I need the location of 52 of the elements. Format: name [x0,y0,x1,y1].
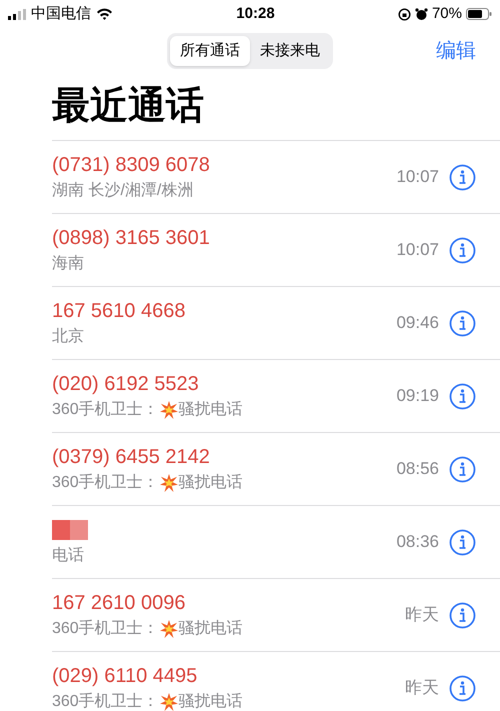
battery-percent: 70% [432,4,462,24]
caller-source: 360手机卫士： [52,618,159,639]
spam-tag: 骚扰电话 [178,399,243,421]
phone-number: 167 5610 4668 [52,299,186,324]
call-time: 08:36 [396,531,439,554]
call-time: 昨天 [405,677,439,700]
explosion-icon [160,620,178,638]
caller-location: 海南 [52,254,85,274]
phone-number: (0379) 6455 2142 [52,445,211,470]
wifi-icon [96,8,113,20]
call-time: 08:56 [396,458,439,480]
info-icon[interactable] [449,456,476,482]
caller-location: 北京 [52,326,85,347]
explosion-icon [160,693,178,711]
battery-icon [466,8,492,20]
alarm-icon [414,8,428,20]
info-icon[interactable] [449,236,476,264]
caller-source: 360手机卫士： [52,400,159,420]
signal-icon [8,8,26,20]
phone-number: (020) 6192 5523 [52,372,200,397]
call-time: 09:19 [396,385,439,408]
spam-tag: 骚扰电话 [178,691,243,711]
clock-time: 10:28 [236,4,275,24]
caller-source: 360手机卫士： [52,472,159,493]
spam-tag: 骚扰电话 [178,618,243,640]
page-title: 最近通话 [51,84,205,129]
info-icon[interactable] [449,674,476,702]
info-icon[interactable] [449,602,476,628]
info-icon[interactable] [449,528,476,556]
call-time: 昨天 [405,604,439,626]
info-icon[interactable] [449,310,476,336]
carrier-name: 中国电信 [31,4,91,24]
call-time: 09:46 [396,312,439,334]
call-time: 10:07 [396,239,439,262]
caller-source: 360手机卫士： [52,692,159,711]
explosion-icon [160,401,178,419]
rotation-lock-icon [398,8,411,20]
phone-number: (0731) 8309 6078 [52,153,211,178]
edit-button[interactable]: 编辑 [436,36,476,66]
call-time: 10:07 [396,166,439,188]
phone-number: (029) 6110 4495 [52,664,198,689]
caller-location: 湖南 长沙/湘潭/株洲 [52,180,194,201]
info-icon[interactable] [449,382,476,410]
segment-tab[interactable]: 所有通话 [170,36,250,66]
phone-number: (0898) 3165 3601 [52,226,211,251]
phone-number: 167 2610 0096 [52,591,186,616]
redacted-number [52,520,88,540]
info-icon[interactable] [449,164,476,190]
explosion-icon [160,474,178,492]
spam-tag: 骚扰电话 [178,472,243,494]
caller-location: 电话 [52,546,85,566]
segment-tab[interactable]: 未接来电 [250,36,330,66]
